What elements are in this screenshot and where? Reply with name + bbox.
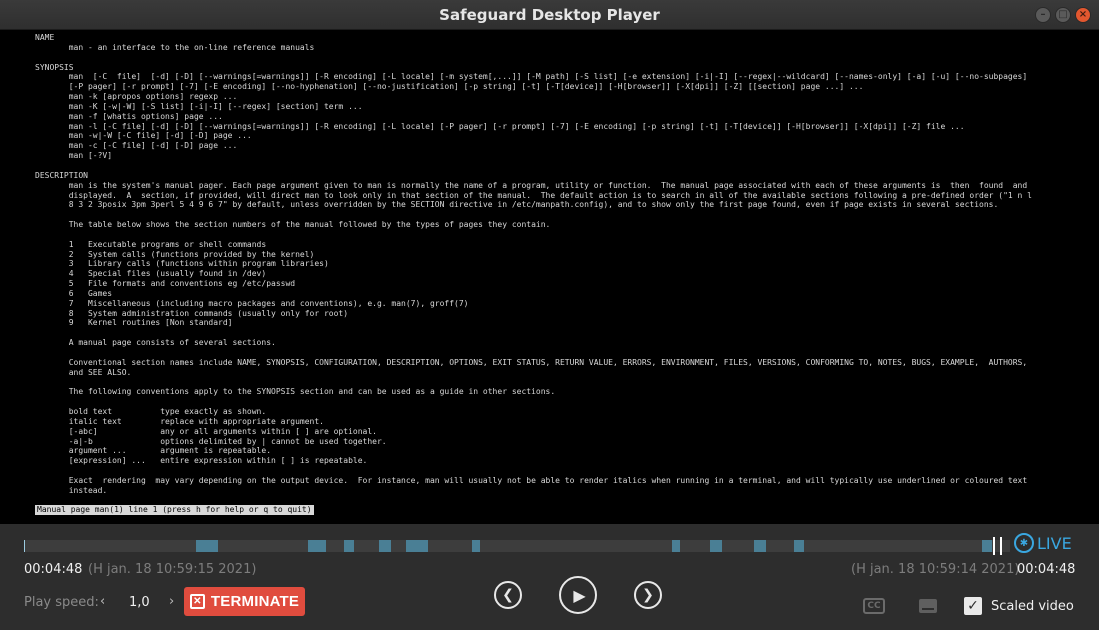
terminal-output: NAME man - an interface to the on-line r… [35, 33, 1032, 496]
timeline-activity [754, 540, 766, 552]
chevron-right-icon: ❯ [642, 587, 654, 603]
timeline-activity [308, 540, 326, 552]
terminal-line: 8 System administration commands (usuall… [35, 308, 349, 318]
terminal-line: man -l [-C file] [-d] [-D] [--warnings[=… [35, 121, 965, 131]
scaled-video-checkbox[interactable]: ✓ [964, 597, 982, 615]
timeline-activity [472, 540, 480, 552]
current-date: (H jan. 18 10:59:15 2021) [88, 562, 257, 577]
terminal-line: -a|-b options delimited by | cannot be u… [35, 436, 387, 446]
terminal-line: 3 Library calls (functions within progra… [35, 259, 329, 269]
terminal-line: man is the system's manual pager. Each p… [35, 180, 1028, 190]
terminal-line: 2 System calls (functions provided by th… [35, 249, 315, 259]
timeline-activity [379, 540, 391, 552]
timeline-activity [710, 540, 722, 552]
timeline-activity [406, 540, 428, 552]
session-terminal: NAME man - an interface to the on-line r… [0, 30, 1099, 524]
terminal-line: The table below shows the section number… [35, 220, 551, 230]
terminal-line: man -f [whatis options] page ... [35, 111, 223, 121]
play-icon: ▶ [573, 585, 586, 605]
terminal-status-line: Manual page man(1) line 1 (press h for h… [35, 505, 314, 515]
timeline-bar[interactable] [24, 537, 1010, 555]
terminate-button[interactable]: ✕ TERMINATE [184, 587, 305, 616]
speed-increase-button[interactable]: › [169, 594, 174, 609]
timeline-activity [982, 540, 992, 552]
terminate-label: TERMINATE [210, 593, 300, 610]
timeline-activity [344, 540, 354, 552]
end-time: 00:04:48 [1017, 562, 1076, 577]
live-icon: ✱ [1014, 533, 1034, 553]
timeline-activity [196, 540, 218, 552]
terminal-line: and SEE ALSO. [35, 367, 132, 377]
live-label: LIVE [1037, 533, 1072, 553]
terminal-line: argument ... argument is repeatable. [35, 446, 272, 456]
terminal-line: 6 Games [35, 288, 113, 298]
previous-button[interactable]: ❮ [494, 581, 522, 609]
terminal-line: man -k [apropos options] regexp ... [35, 92, 238, 102]
terminal-line: 4 Special files (usually found in /dev) [35, 269, 267, 279]
play-speed-value: 1,0 [129, 595, 150, 610]
terminal-line: 5 File formats and conventions eg /etc/p… [35, 279, 296, 289]
terminal-line: man -c [-C file] [-d] [-D] page ... [35, 141, 238, 151]
close-icon[interactable]: × [1075, 7, 1091, 23]
terminal-line: bold text type exactly as shown. [35, 407, 267, 417]
player-controls: ✱ LIVE 00:04:48 (H jan. 18 10:59:15 2021… [0, 524, 1099, 630]
title-bar: Safeguard Desktop Player – □ × [0, 0, 1099, 30]
terminal-line: 9 Kernel routines [Non standard] [35, 318, 233, 328]
terminal-line: man [-?V] [35, 151, 113, 161]
terminal-line: Exact rendering may vary depending on th… [35, 475, 1028, 485]
terminal-line: man -w|-W [-C file] [-d] [-D] page ... [35, 131, 252, 141]
terminal-line: A manual page consists of several sectio… [35, 338, 276, 348]
terminal-line: Conventional section names include NAME,… [35, 357, 1028, 367]
terminal-line: The following conventions apply to the S… [35, 387, 556, 397]
terminal-line: [expression] ... entire expression withi… [35, 456, 368, 466]
terminal-line: [-P pager] [-r prompt] [-7] [-E encoding… [35, 82, 864, 92]
speed-decrease-button[interactable]: ‹ [100, 594, 105, 609]
terminal-line: instead. [35, 485, 108, 495]
timeline-activity [672, 540, 680, 552]
terminal-line: NAME [35, 33, 55, 42]
current-time: 00:04:48 [24, 562, 83, 577]
play-speed-label: Play speed: [24, 595, 99, 610]
terminal-line: 1 Executable programs or shell commands [35, 239, 267, 249]
end-date: (H jan. 18 10:59:14 2021) [851, 562, 1020, 577]
terminal-line: man [-C file] [-d] [-D] [--warnings[=war… [35, 72, 1028, 82]
terminal-line: DESCRIPTION [35, 170, 88, 180]
terminal-line: 7 Miscellaneous (including macro package… [35, 298, 469, 308]
timeline-tick [24, 540, 25, 552]
terminal-line: italic text replace with appropriate arg… [35, 416, 324, 426]
live-button[interactable]: ✱ LIVE [1014, 533, 1072, 553]
minimize-icon[interactable]: – [1035, 7, 1051, 23]
terminal-line: man -K [-w|-W] [-S list] [-i|-I] [--rege… [35, 101, 363, 111]
closed-captions-icon[interactable]: CC [863, 598, 885, 614]
close-box-icon: ✕ [189, 594, 205, 609]
terminal-line: displayed. A section, if provided, will … [35, 190, 1032, 200]
terminal-line: 8 3 2 3posix 3pm 3perl 5 4 9 6 7" by def… [35, 200, 999, 210]
play-button[interactable]: ▶ [559, 576, 597, 614]
chevron-left-icon: ❮ [502, 587, 514, 603]
terminal-line: SYNOPSIS [35, 62, 74, 72]
subtitles-icon[interactable] [919, 599, 937, 613]
timeline-position-marker[interactable] [1000, 537, 1002, 555]
next-button[interactable]: ❯ [634, 581, 662, 609]
timeline-activity [794, 540, 804, 552]
timeline-position-marker[interactable] [993, 537, 995, 555]
scaled-video-label: Scaled video [991, 599, 1074, 614]
window-controls: – □ × [1035, 7, 1091, 23]
terminal-line: man - an interface to the on-line refere… [35, 42, 315, 52]
window-title: Safeguard Desktop Player [439, 6, 660, 24]
terminal-line: [-abc] any or all arguments within [ ] a… [35, 426, 377, 436]
maximize-icon[interactable]: □ [1055, 7, 1071, 23]
